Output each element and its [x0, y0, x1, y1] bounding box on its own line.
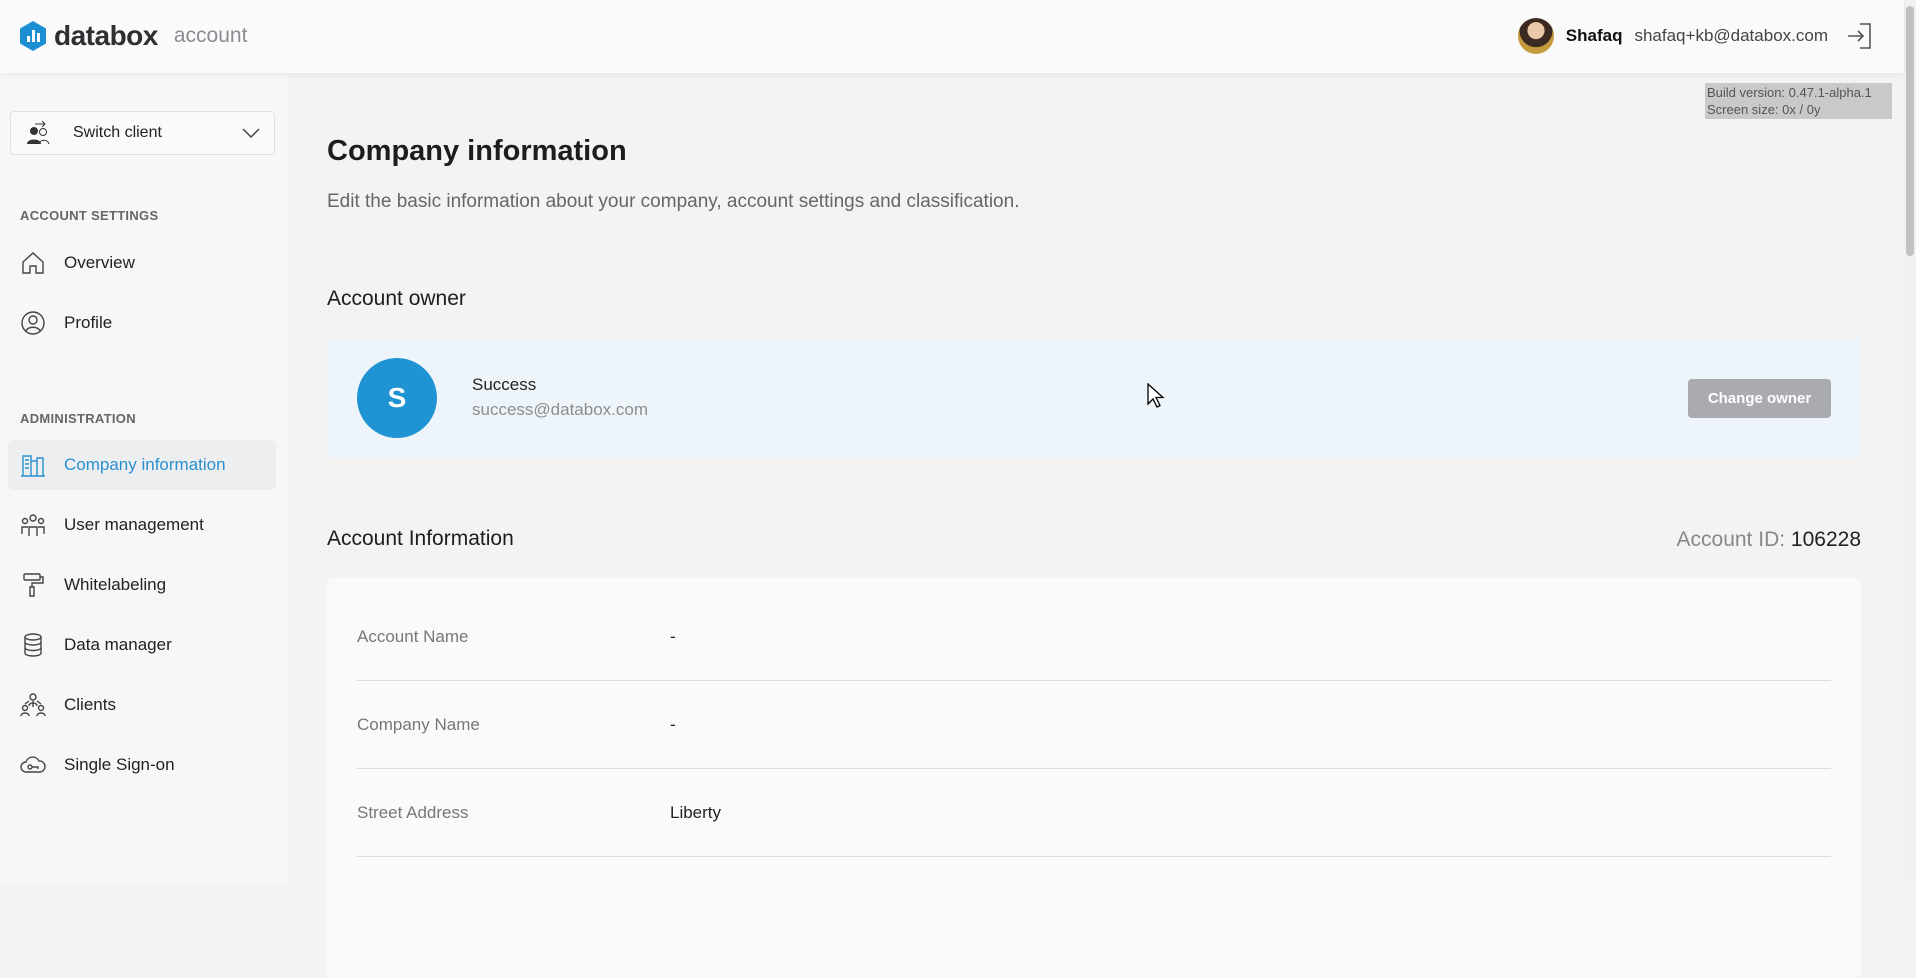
- sidebar-item-label: Clients: [64, 695, 116, 714]
- sidebar-item-clients[interactable]: Clients: [8, 680, 276, 730]
- build-version: Build version: 0.47.1-alpha.1: [1707, 85, 1872, 100]
- row-label: Company Name: [357, 714, 480, 734]
- main-content: Build version: 0.47.1-alpha.1 Screen siz…: [287, 73, 1904, 978]
- switch-client-icon: [27, 120, 50, 145]
- row-value: -: [670, 714, 676, 734]
- sidebar-item-data-manager[interactable]: Data manager: [8, 620, 276, 670]
- page-title: Company information: [327, 135, 627, 167]
- account-owner-heading: Account owner: [327, 287, 466, 310]
- owner-avatar: S: [357, 358, 437, 438]
- sidebar-item-label: Profile: [64, 313, 113, 332]
- databox-logo-icon: [20, 21, 46, 51]
- brand-name: databox: [54, 20, 158, 51]
- sidebar-item-label: Overview: [64, 253, 135, 272]
- info-row-street-address[interactable]: Street Address Liberty: [357, 769, 1831, 857]
- screen-size: Screen size: 0x / 0y: [1707, 102, 1821, 117]
- users-icon: [21, 514, 45, 536]
- sidebar-item-single-sign-on[interactable]: Single Sign-on: [8, 740, 276, 790]
- build-info: Build version: 0.47.1-alpha.1 Screen siz…: [1705, 83, 1892, 119]
- top-header: databox account Shafaq shafaq+kb@databox…: [0, 0, 1904, 73]
- scrollbar[interactable]: [1904, 0, 1916, 885]
- user-email: shafaq+kb@databox.com: [1634, 26, 1828, 45]
- sidebar-item-profile[interactable]: Profile: [8, 298, 276, 348]
- sidebar-item-user-management[interactable]: User management: [8, 500, 276, 550]
- user-name: Shafaq: [1565, 26, 1623, 45]
- paint-roller-icon: [23, 573, 44, 597]
- row-value: -: [670, 626, 676, 646]
- user-info: Shafaq shafaq+kb@databox.com: [1517, 18, 1874, 54]
- sidebar-item-label: Company information: [64, 455, 226, 474]
- change-owner-button[interactable]: Change owner: [1688, 379, 1831, 418]
- chevron-down-icon: [242, 128, 260, 139]
- row-label: Account Name: [357, 626, 469, 646]
- section-account-settings: ACCOUNT SETTINGS: [20, 208, 159, 223]
- info-row-company-name[interactable]: Company Name -: [357, 681, 1831, 769]
- home-icon: [22, 252, 44, 274]
- clients-icon: [20, 693, 46, 717]
- info-row-account-name[interactable]: Account Name -: [357, 593, 1831, 681]
- switch-client-dropdown[interactable]: Switch client: [10, 111, 275, 155]
- sidebar-item-label: Single Sign-on: [64, 755, 175, 774]
- logout-icon[interactable]: [1846, 21, 1874, 51]
- user-avatar[interactable]: [1517, 18, 1554, 54]
- account-id: Account ID: 106228: [1677, 528, 1861, 552]
- database-icon: [24, 633, 42, 657]
- row-value: Liberty: [670, 802, 722, 822]
- sidebar: Switch client ACCOUNT SETTINGS Overview …: [0, 73, 287, 885]
- page-subtitle: Edit the basic information about your co…: [327, 191, 1020, 212]
- account-id-label: Account ID:: [1676, 528, 1786, 551]
- databox-logo[interactable]: databox account: [20, 20, 247, 52]
- sidebar-item-whitelabeling[interactable]: Whitelabeling: [8, 560, 276, 610]
- switch-client-label: Switch client: [73, 124, 162, 141]
- account-information-heading: Account Information: [327, 527, 514, 550]
- scrollbar-thumb[interactable]: [1906, 6, 1914, 256]
- owner-email: success@databox.com: [472, 400, 649, 419]
- account-id-value: 106228: [1790, 528, 1861, 551]
- account-information-card: Account Name - Company Name - Street Addre…: [327, 578, 1861, 978]
- cloud-key-icon: [20, 756, 46, 773]
- sidebar-item-overview[interactable]: Overview: [8, 238, 276, 288]
- brand-subtitle: account: [173, 24, 248, 47]
- profile-icon: [21, 311, 45, 335]
- sidebar-item-label: Whitelabeling: [64, 575, 167, 594]
- section-administration: ADMINISTRATION: [20, 411, 136, 426]
- sidebar-item-label: Data manager: [64, 635, 172, 654]
- building-icon: [21, 455, 45, 477]
- sidebar-item-company-information[interactable]: Company information: [8, 440, 276, 490]
- row-label: Street Address: [357, 802, 469, 822]
- sidebar-item-label: User management: [64, 515, 204, 534]
- owner-name: Success: [472, 375, 537, 394]
- account-owner-card: S Success success@databox.com Change own…: [327, 338, 1861, 458]
- mouse-cursor-icon: [1147, 383, 1165, 408]
